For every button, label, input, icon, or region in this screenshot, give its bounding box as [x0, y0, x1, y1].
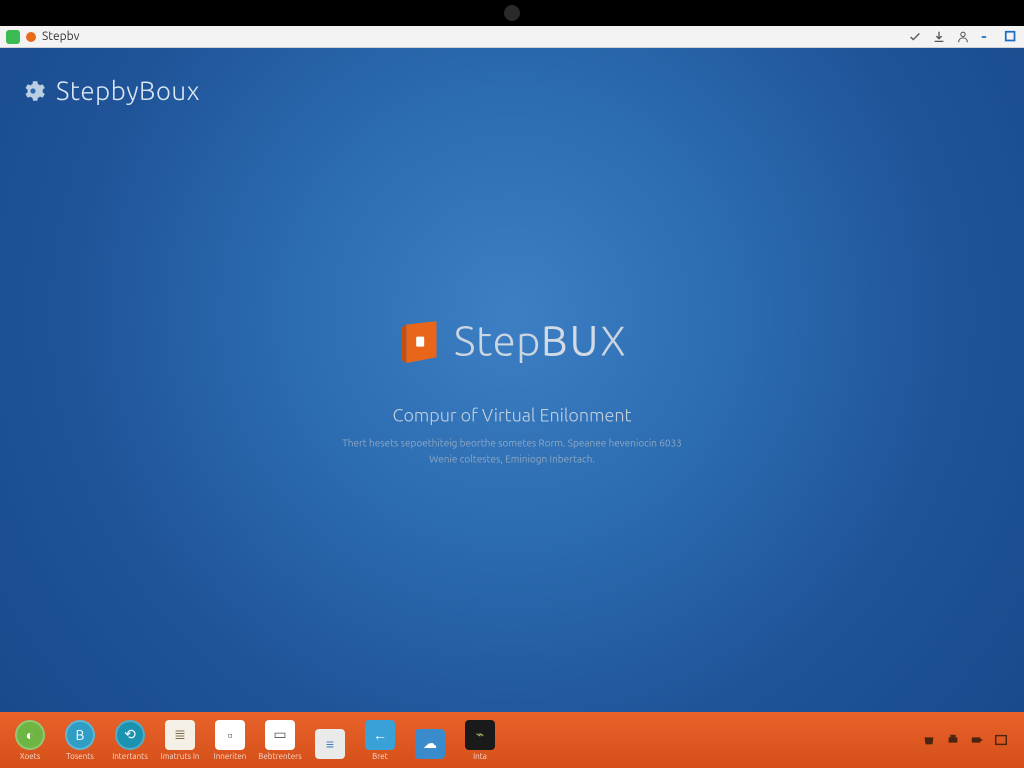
splash-subtitle: Compur of Virtual Enilonment — [342, 406, 682, 426]
tab-title: Stepbv — [42, 30, 79, 43]
tray-bucket-icon[interactable] — [922, 733, 936, 747]
launcher-label: Inta — [473, 752, 487, 761]
window-frame-top — [0, 0, 1024, 26]
launcher-icon: ▭ — [265, 720, 295, 750]
tray-menu-icon[interactable] — [994, 733, 1008, 747]
minimize-icon[interactable] — [980, 30, 994, 44]
taskbar-item-2[interactable]: ⟲ Intertants — [108, 720, 152, 761]
gear-icon — [20, 78, 46, 104]
taskbar-item-4[interactable]: ▫ Inneriten — [208, 720, 252, 761]
launcher-icon: ← — [365, 720, 395, 750]
tray-printer-icon[interactable] — [946, 733, 960, 747]
brand-part-1: Step — [454, 317, 541, 364]
check-icon[interactable] — [908, 30, 922, 44]
app-title-text: StepbyBoux — [56, 76, 200, 105]
launcher-label: Intertants — [112, 752, 148, 761]
download-icon[interactable] — [932, 30, 946, 44]
brand-logo — [398, 321, 440, 363]
launcher-icon: ⌁ — [465, 720, 495, 750]
taskbar-item-5[interactable]: ▭ Bebtrenters — [258, 720, 302, 761]
taskbar-item-3[interactable]: ≣ Imatruts In — [158, 720, 202, 761]
taskbar-item-7[interactable]: ← Bret — [358, 720, 402, 761]
launcher-label: Tosents — [66, 752, 94, 761]
brand-name: StepBUX — [454, 317, 626, 364]
desc-line-2: Wenie coltestes, Eminiogn Inbertach. — [342, 452, 682, 468]
launcher-icon: ▫ — [215, 720, 245, 750]
taskbar-item-1[interactable]: B Tosents — [58, 720, 102, 761]
launcher-icon: ⟲ — [115, 720, 145, 750]
brand-row: StepBUX — [342, 317, 682, 364]
desktop-background: StepbyBoux StepBUX Compur of Virtual Eni… — [0, 48, 1024, 712]
maximize-icon[interactable] — [1004, 30, 1018, 44]
launcher-icon: B — [65, 720, 95, 750]
taskbar-item-9[interactable]: ⌁ Inta — [458, 720, 502, 761]
tab-favicon — [6, 30, 20, 44]
system-tray — [922, 733, 1016, 747]
app-header: StepbyBoux — [20, 76, 200, 105]
launcher-label: Xoets — [20, 752, 41, 761]
launcher-icon: ≡ — [315, 729, 345, 759]
taskbar: ◐ Xoets B Tosents ⟲ Intertants ≣ Imatruts In ▫ In… — [0, 712, 1024, 768]
desc-line-1: Thert hesets sepoethiteig beorthe somete… — [342, 436, 682, 452]
taskbar-item-0[interactable]: ◐ Xoets — [8, 720, 52, 761]
brand-part-2: BU — [541, 317, 600, 364]
browser-tab[interactable]: Stepbv — [6, 30, 79, 44]
launcher-icon: ◐ — [15, 720, 45, 750]
taskbar-item-6[interactable]: ≡ — [308, 729, 352, 761]
launcher-icon: ≣ — [165, 720, 195, 750]
splash-desc: Thert hesets sepoethiteig beorthe somete… — [342, 436, 682, 468]
user-icon[interactable] — [956, 30, 970, 44]
taskbar-item-8[interactable]: ☁ — [408, 729, 452, 761]
launcher-label: Bret — [372, 752, 388, 761]
orange-dot-icon — [26, 32, 36, 42]
splash-content: StepBUX Compur of Virtual Enilonment The… — [342, 317, 682, 468]
brand-part-3: X — [600, 317, 626, 364]
browser-tabbar: Stepbv — [0, 26, 1024, 48]
launcher-icon: ☁ — [415, 729, 445, 759]
tray-battery-icon[interactable] — [970, 733, 984, 747]
camera-dot — [504, 5, 520, 21]
launcher-label: Inneriten — [214, 752, 247, 761]
launcher-label: Bebtrenters — [258, 752, 301, 761]
launcher-label: Imatruts In — [161, 752, 200, 761]
